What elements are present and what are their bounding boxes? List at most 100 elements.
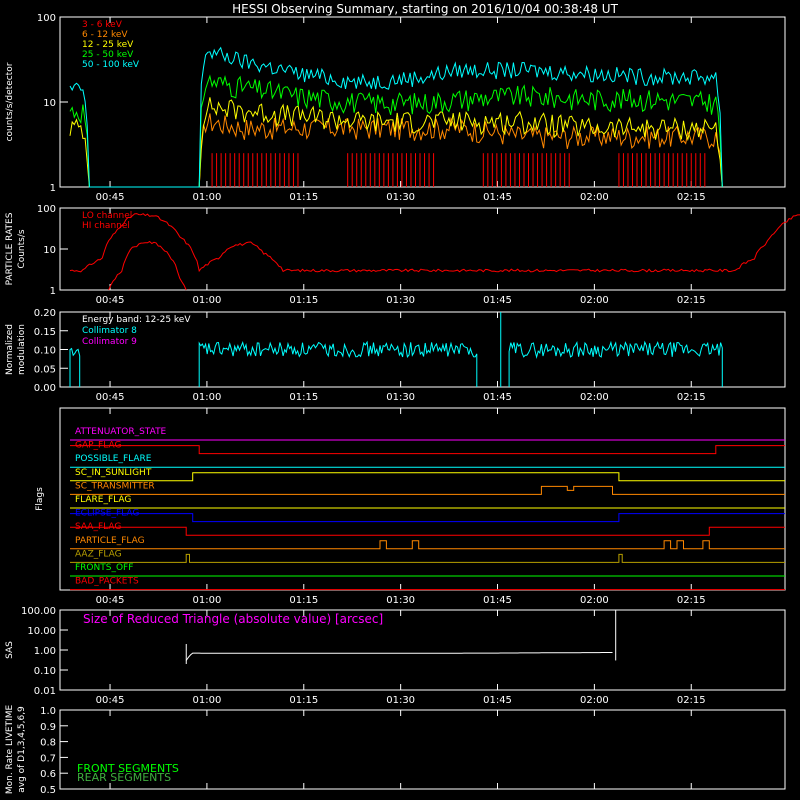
x-tick-label: 00:45	[96, 392, 125, 403]
x-tick-label: 01:45	[483, 595, 512, 606]
chart-title: HESSI Observing Summary, starting on 201…	[232, 2, 618, 16]
flag-line	[70, 526, 785, 536]
x-tick-label: 01:00	[192, 295, 221, 306]
x-tick-label: 01:30	[386, 695, 415, 706]
flag-line	[70, 472, 785, 482]
x-tick-label: 01:15	[289, 295, 318, 306]
x-tick-label: 00:45	[96, 295, 125, 306]
flag-label: FRONTS_OFF	[75, 563, 133, 573]
x-tick-label: 01:45	[483, 695, 512, 706]
counts-panel: 00:45 01:00 01:15 01:30 01:45 02:00 02:15 count…	[5, 13, 786, 203]
flag-line	[70, 445, 785, 455]
y-tick-label: 0.15	[34, 327, 56, 338]
flag-label: BAD_PACKETS	[75, 577, 139, 587]
particle-series-line	[108, 240, 187, 291]
x-tick-label: 01:45	[483, 192, 512, 203]
flag-label: SC_IN_SUNLIGHT	[75, 468, 152, 478]
flag-line	[70, 485, 785, 495]
x-tick-label: 02:15	[677, 695, 706, 706]
y-axis-label: modulation	[17, 324, 27, 375]
y-axis-label: Normalized	[5, 324, 15, 375]
x-tick-label: 01:00	[192, 595, 221, 606]
livetime-panel: Mon. Rate LIVETIME avg of D1,3,4,5,6,9 0.5…	[5, 705, 786, 796]
modulation-series-line	[198, 340, 478, 387]
x-tick-label: 01:45	[483, 392, 512, 403]
y-tick-label: 1.0	[40, 706, 56, 717]
legend-entry: REAR SEGMENTS	[77, 771, 171, 784]
x-tick-label: 01:15	[289, 595, 318, 606]
y-tick-label: 0.5	[40, 785, 56, 796]
x-tick-label: 02:00	[580, 192, 609, 203]
x-tick-label: 01:15	[289, 192, 318, 203]
hessi-summary-chart: HESSI Observing Summary, starting on 201…	[5, 2, 800, 796]
legend-entry: Collimator 9	[82, 337, 137, 347]
legend-entry: 25 - 50 keV	[82, 50, 134, 60]
legend-entry: Collimator 8	[82, 326, 137, 336]
legend-entry: LO channel	[82, 211, 132, 221]
panel-frame	[59, 16, 786, 188]
y-tick-label: 10	[43, 98, 56, 109]
y-tick-label: 0.7	[40, 753, 56, 764]
flag-label: PARTICLE_FLAG	[75, 536, 145, 546]
y-axis-label: PARTICLE RATES	[5, 212, 15, 285]
flag-label: AAZ_FLAG	[75, 549, 122, 559]
x-tick-label: 01:45	[483, 295, 512, 306]
sas-panel: 00:45 01:00 01:15 01:30 01:45 02:00 02:15 SAS 0.…	[5, 606, 786, 706]
modulation-series-line	[508, 340, 723, 387]
y-tick-label: 0.00	[34, 383, 56, 394]
x-tick-label: 01:30	[386, 295, 415, 306]
modulation-series-line	[69, 347, 81, 387]
y-tick-label: 0.10	[34, 346, 56, 357]
legend-entry: 12 - 25 keV	[82, 40, 134, 50]
x-tick-label: 01:00	[192, 192, 221, 203]
x-tick-label: 02:15	[677, 295, 706, 306]
x-tick-label: 01:30	[386, 192, 415, 203]
sas-series-line	[185, 652, 613, 661]
x-tick-label: 02:15	[677, 192, 706, 203]
flag-label: POSSIBLE_FLARE	[75, 454, 152, 464]
legend-entry: 3 - 6 keV	[82, 20, 123, 30]
y-axis-label: counts/s/detector	[5, 62, 15, 141]
y-tick-label: 100	[37, 204, 56, 215]
y-tick-label: 0.20	[34, 308, 56, 319]
y-tick-label: 1.00	[34, 646, 56, 657]
y-tick-label: 10.00	[27, 626, 56, 637]
x-tick-label: 02:00	[580, 695, 609, 706]
y-tick-label: 0.10	[34, 666, 56, 677]
x-tick-label: 01:00	[192, 392, 221, 403]
flag-label: ATTENUATOR_STATE	[75, 427, 167, 437]
y-tick-label: 100.00	[21, 606, 56, 617]
x-tick-label: 02:00	[580, 295, 609, 306]
y-tick-label: 0.9	[40, 722, 56, 733]
x-tick-label: 00:45	[96, 192, 125, 203]
legend-entry: 50 - 100 keV	[82, 60, 140, 70]
panel-frame	[59, 207, 786, 291]
x-tick-label: 02:00	[580, 392, 609, 403]
x-tick-label: 01:00	[192, 695, 221, 706]
x-tick-label: 02:15	[677, 595, 706, 606]
x-tick-label: 01:15	[289, 695, 318, 706]
sas-annotation: Size of Reduced Triangle (absolute value…	[83, 612, 383, 626]
y-tick-label: 1	[50, 286, 56, 297]
flags-panel: 00:45 01:00 01:15 01:30 01:45 02:00 02:15 Flags…	[35, 407, 786, 606]
y-tick-label: 100	[37, 13, 56, 24]
x-tick-label: 01:15	[289, 392, 318, 403]
legend-entry: Energy band: 12-25 keV	[82, 315, 191, 325]
x-tick-label: 01:30	[386, 392, 415, 403]
x-tick-label: 02:15	[677, 392, 706, 403]
y-tick-label: 0.01	[34, 686, 56, 697]
legend-entry: 6 - 12 keV	[82, 30, 128, 40]
x-tick-label: 01:30	[386, 595, 415, 606]
counts-series-line	[69, 97, 723, 188]
y-tick-label: 0.05	[34, 364, 56, 375]
y-axis-label: Counts/s	[17, 229, 27, 268]
x-tick-label: 02:00	[580, 595, 609, 606]
x-tick-label: 00:45	[96, 695, 125, 706]
counts-series-line	[69, 46, 723, 188]
y-axis-label: SAS	[5, 641, 15, 659]
y-axis-label: avg of D1,3,4,5,6,9	[17, 706, 27, 793]
flag-label: SC_TRANSMITTER	[75, 481, 155, 491]
flag-label: FLARE_FLAG	[75, 495, 131, 505]
y-tick-label: 0.6	[40, 769, 56, 780]
legend-entry: HI channel	[82, 221, 130, 231]
